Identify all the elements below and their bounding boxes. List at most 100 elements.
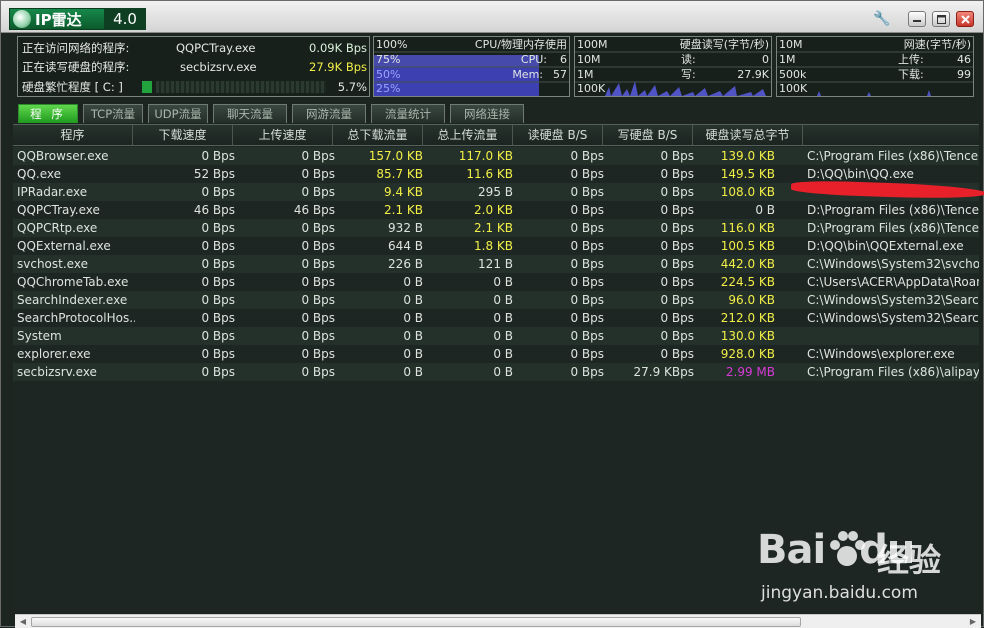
tab-tcp-traffic[interactable]: TCP流量 bbox=[83, 104, 143, 123]
cell-rd: 0 Bps bbox=[570, 167, 604, 181]
settings-wrench-icon[interactable]: 🔧 bbox=[873, 11, 891, 27]
cell-tot: 116.0 KB bbox=[720, 221, 775, 235]
cell-wr: 0 Bps bbox=[660, 311, 694, 325]
column-header-total-upload[interactable]: 总上传流量 bbox=[423, 125, 513, 146]
maximize-icon bbox=[936, 14, 946, 24]
cell-tot: 149.5 KB bbox=[720, 167, 775, 181]
cell-tot: 130.0 KB bbox=[720, 329, 775, 343]
cell-dl: 0 Bps bbox=[201, 365, 235, 379]
cell-name: QQChromeTab.exe bbox=[17, 275, 129, 289]
cell-rd: 0 Bps bbox=[570, 185, 604, 199]
cell-wr: 0 Bps bbox=[660, 257, 694, 271]
scroll-right-arrow-icon[interactable]: ▶ bbox=[966, 616, 980, 628]
cell-wr: 0 Bps bbox=[660, 185, 694, 199]
tab-udp-traffic[interactable]: UDP流量 bbox=[148, 104, 208, 123]
cell-tdl: 157.0 KB bbox=[368, 149, 423, 163]
cell-tul: 1.8 KB bbox=[474, 239, 513, 253]
cell-dl: 0 Bps bbox=[201, 311, 235, 325]
cell-tul: 0 B bbox=[493, 365, 513, 379]
cell-path: C:\Program Files (x86)\Tencent bbox=[807, 149, 979, 163]
cpu-value: 6 bbox=[560, 53, 567, 66]
disk-busy-bar-fill bbox=[142, 81, 152, 93]
cell-tot: 928.0 KB bbox=[720, 347, 775, 361]
tab-programs[interactable]: 程 序 bbox=[18, 104, 78, 123]
cell-tot: 0 B bbox=[755, 203, 775, 217]
table-row[interactable]: QQ.exe 52 Bps 0 Bps 85.7 KB 11.6 KB 0 Bps 0 Bp… bbox=[13, 165, 979, 183]
column-header-path[interactable] bbox=[803, 125, 979, 146]
cell-tdl: 0 B bbox=[403, 329, 423, 343]
table-row[interactable]: QQPCRtp.exe 0 Bps 0 Bps 932 B 2.1 KB 0 Bps 0 B… bbox=[13, 219, 979, 237]
table-row[interactable]: QQBrowser.exe 0 Bps 0 Bps 157.0 KB 117.0 KB 0… bbox=[13, 147, 979, 165]
cell-tul: 2.1 KB bbox=[474, 221, 513, 235]
cell-tdl: 644 B bbox=[388, 239, 423, 253]
tab-game-traffic[interactable]: 网游流量 bbox=[292, 104, 366, 123]
table-row[interactable]: explorer.exe 0 Bps 0 Bps 0 B 0 B 0 Bps 0 Bps 92… bbox=[13, 345, 979, 363]
cell-tul: 0 B bbox=[493, 329, 513, 343]
disk-busy-value: 5.7% bbox=[337, 80, 367, 94]
table-row[interactable]: SearchIndexer.exe 0 Bps 0 Bps 0 B 0 B 0 Bps 0 … bbox=[13, 291, 979, 309]
column-header-program[interactable]: 程序 bbox=[13, 125, 133, 146]
table-row[interactable]: QQChromeTab.exe 0 Bps 0 Bps 0 B 0 B 0 Bps 0 Bp… bbox=[13, 273, 979, 291]
cell-tdl: 2.1 KB bbox=[384, 203, 423, 217]
cell-path: D:\Program Files (x86)\Tencent bbox=[807, 221, 979, 235]
cell-dl: 46 Bps bbox=[193, 203, 235, 217]
cpu-tick-25: 25% bbox=[376, 82, 401, 95]
column-header-upload-speed[interactable]: 上传速度 bbox=[233, 125, 333, 146]
cell-wr: 0 Bps bbox=[660, 239, 694, 253]
disk-tick-100k: 100K bbox=[577, 82, 606, 95]
cell-tot: 100.5 KB bbox=[720, 239, 775, 253]
cell-tot: 108.0 KB bbox=[720, 185, 775, 199]
cell-path bbox=[807, 327, 979, 345]
radar-icon bbox=[13, 10, 31, 28]
cell-rd: 0 Bps bbox=[570, 203, 604, 217]
cell-tot: 224.5 KB bbox=[720, 275, 775, 289]
cell-ul: 0 Bps bbox=[301, 257, 335, 271]
tab-network-connections[interactable]: 网络连接 bbox=[450, 104, 524, 123]
maximize-button[interactable] bbox=[932, 11, 950, 27]
app-title: IP雷达 bbox=[35, 10, 82, 29]
horizontal-scrollbar[interactable]: ◀ ▶ bbox=[15, 614, 981, 628]
table-row[interactable]: QQExternal.exe 0 Bps 0 Bps 644 B 1.8 KB 0 Bps… bbox=[13, 237, 979, 255]
cell-rd: 0 Bps bbox=[570, 275, 604, 289]
minimize-button[interactable] bbox=[908, 11, 926, 27]
column-header-total-download[interactable]: 总下载流量 bbox=[333, 125, 423, 146]
cell-path: C:\Program Files (x86)\alipay\ali bbox=[807, 365, 979, 379]
cell-rd: 0 Bps bbox=[570, 329, 604, 343]
cell-ul: 0 Bps bbox=[301, 347, 335, 361]
baidu-jingyan-watermark: Bai du 经验 jingyan.baidu.com bbox=[753, 521, 981, 611]
network-program-value: QQPCTray.exe bbox=[176, 41, 256, 55]
cell-rd: 0 Bps bbox=[570, 149, 604, 163]
cell-name: System bbox=[17, 329, 62, 343]
table-row[interactable]: svchost.exe 0 Bps 0 Bps 226 B 121 B 0 Bps 0 Bp… bbox=[13, 255, 979, 273]
net-upload-value: 46 bbox=[957, 53, 971, 66]
cell-rd: 0 Bps bbox=[570, 293, 604, 307]
tab-chat-traffic[interactable]: 聊天流量 bbox=[213, 104, 287, 123]
scroll-left-arrow-icon[interactable]: ◀ bbox=[16, 616, 30, 628]
cell-name: SearchProtocolHos... bbox=[17, 311, 135, 325]
column-header-download-speed[interactable]: 下载速度 bbox=[133, 125, 233, 146]
cell-name: IPRadar.exe bbox=[17, 185, 88, 199]
close-icon bbox=[960, 14, 970, 24]
disk-tick-100m: 100M bbox=[577, 38, 608, 51]
disk-write-value: 27.9K bbox=[737, 68, 769, 81]
tab-traffic-stats[interactable]: 流量统计 bbox=[371, 104, 445, 123]
table-row[interactable]: System 0 Bps 0 Bps 0 B 0 B 0 Bps 0 Bps 130.0 KB bbox=[13, 327, 979, 345]
cpu-label: CPU: bbox=[520, 53, 547, 66]
column-header-disk-total[interactable]: 硬盘读写总字节 bbox=[693, 125, 803, 146]
scrollbar-thumb[interactable] bbox=[31, 617, 801, 627]
network-program-row: 正在访问网络的程序: QQPCTray.exe 0.09K Bps bbox=[22, 40, 367, 56]
disk-rate-value: 27.9K Bps bbox=[309, 60, 367, 74]
table-row[interactable]: SearchProtocolHos... 0 Bps 0 Bps 0 B 0 B 0 Bp… bbox=[13, 309, 979, 327]
cell-rd: 0 Bps bbox=[570, 239, 604, 253]
column-header-disk-read[interactable]: 读硬盘 B/S bbox=[513, 125, 603, 146]
app-version: 4.0 bbox=[104, 8, 146, 30]
close-button[interactable] bbox=[956, 11, 974, 27]
table-row[interactable]: secbizsrv.exe 0 Bps 0 Bps 0 B 0 B 0 Bps 27.9 K… bbox=[13, 363, 979, 381]
cell-path: D:\QQ\bin\QQExternal.exe bbox=[807, 239, 964, 253]
mem-value: 57 bbox=[553, 68, 567, 81]
cell-name: QQBrowser.exe bbox=[17, 149, 109, 163]
column-header-disk-write[interactable]: 写硬盘 B/S bbox=[603, 125, 693, 146]
cpu-tick-100: 100% bbox=[376, 38, 408, 51]
table-row[interactable]: QQPCTray.exe 46 Bps 46 Bps 2.1 KB 2.0 KB 0 Bp… bbox=[13, 201, 979, 219]
title-bar[interactable]: IP雷达 4.0 🔧 bbox=[1, 1, 983, 33]
